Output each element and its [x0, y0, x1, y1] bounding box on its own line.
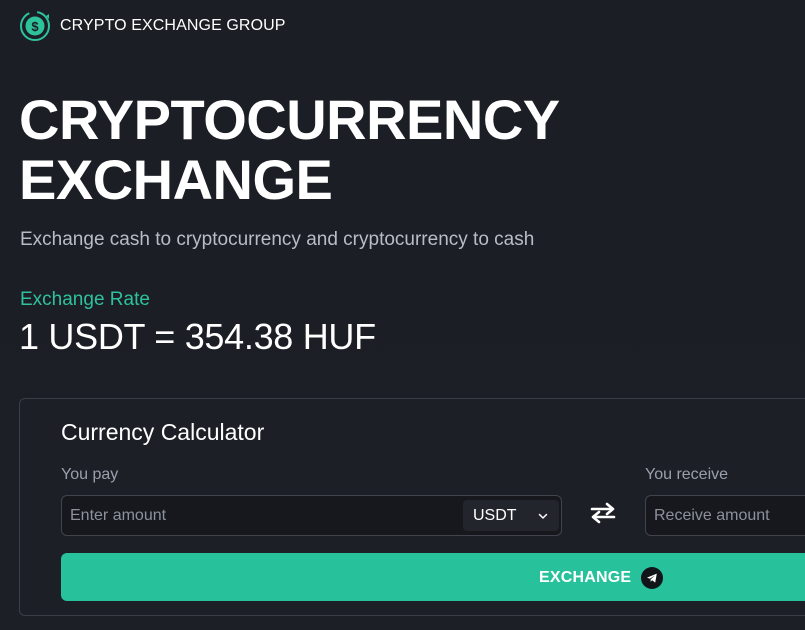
- exchange-button-label: EXCHANGE: [539, 569, 632, 586]
- pay-field-group: USDT: [61, 495, 562, 536]
- telegram-icon: [641, 567, 664, 589]
- exchange-button-content: EXCHANGE: [539, 567, 664, 589]
- exchange-rate-label: Exchange Rate: [20, 289, 150, 310]
- chevron-down-icon: [537, 510, 549, 522]
- receive-amount-input[interactable]: [646, 496, 805, 535]
- swap-currencies-button[interactable]: [587, 502, 619, 528]
- dollar-coin-logo-icon[interactable]: $: [19, 10, 51, 42]
- brand-name[interactable]: CRYPTO EXCHANGE GROUP: [60, 17, 286, 35]
- swap-arrows-icon: [588, 501, 618, 530]
- page-subtitle: Exchange cash to cryptocurrency and cryp…: [20, 229, 535, 250]
- exchange-rate-value: 1 USDT = 354.38 HUF: [19, 316, 376, 357]
- exchange-button[interactable]: EXCHANGE: [61, 553, 805, 601]
- header: $ CRYPTO EXCHANGE GROUP: [19, 10, 286, 42]
- page-title-line1: CRYPTOCURRENCY: [19, 88, 560, 151]
- you-receive-label: You receive: [645, 466, 729, 483]
- page-title: CRYPTOCURRENCY EXCHANGE: [19, 90, 639, 210]
- calculator-title: Currency Calculator: [61, 419, 265, 445]
- currency-calculator-card: Currency Calculator You pay You receive …: [19, 398, 805, 616]
- pay-currency-value: USDT: [473, 506, 517, 524]
- pay-currency-select[interactable]: USDT: [463, 500, 559, 531]
- pay-amount-input[interactable]: [62, 496, 452, 535]
- page-title-line2: EXCHANGE: [19, 148, 333, 211]
- svg-text:$: $: [31, 19, 39, 34]
- you-pay-label: You pay: [61, 466, 119, 483]
- receive-field-group: [645, 495, 805, 536]
